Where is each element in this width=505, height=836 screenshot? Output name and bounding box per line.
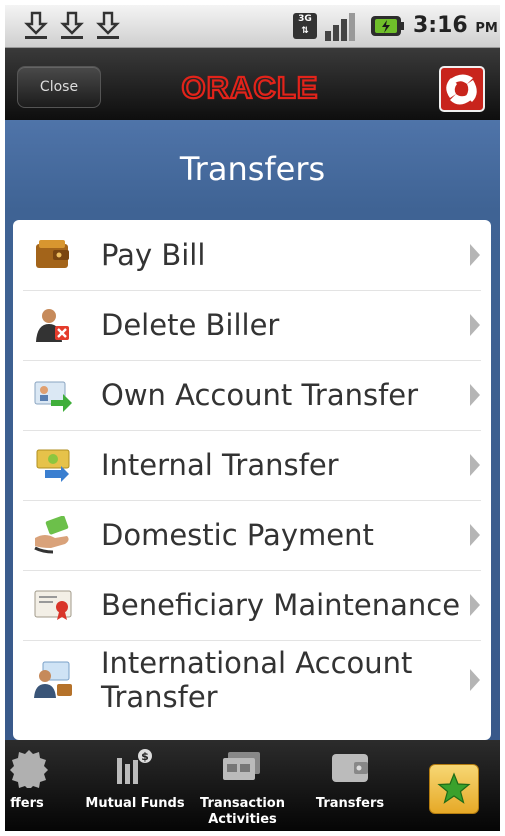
star-icon xyxy=(437,772,471,804)
menu-item-domestic-payment[interactable]: Domestic Payment xyxy=(23,500,481,571)
clock: 3:16 PM xyxy=(413,13,498,38)
bottom-nav: ffers $ Mutual Funds Transaction Activit… xyxy=(5,740,500,831)
chevron-right-icon xyxy=(470,594,480,616)
wallet-icon xyxy=(36,240,69,268)
nav-label: ffers xyxy=(10,796,44,811)
download-icon xyxy=(24,11,48,39)
network-3g-icon: 3G ⇅ xyxy=(293,13,317,39)
menu-item-label: Pay Bill xyxy=(101,238,206,272)
close-button[interactable]: Close xyxy=(17,66,101,108)
menu-item-label: Internal Transfer xyxy=(101,448,339,482)
menu-item-delete-biller[interactable]: Delete Biller xyxy=(23,290,481,361)
menu-item-label: International Account Transfer xyxy=(101,646,413,714)
nav-item-offers[interactable]: ffers xyxy=(5,740,75,831)
menu-list: Pay Bill Delete Biller Own Account Trans… xyxy=(13,220,491,740)
chevron-right-icon xyxy=(470,454,480,476)
transaction-activities-icon xyxy=(223,752,260,780)
nav-item-transaction-activities[interactable]: Transaction Activities xyxy=(190,740,295,831)
delete-biller-icon xyxy=(36,309,69,342)
chevron-right-icon xyxy=(470,244,480,266)
device-screen: 3G ⇅ 3:16 PM Close ORACLE Transfers Pay … xyxy=(5,5,500,831)
menu-item-label: Domestic Payment xyxy=(101,518,374,552)
menu-item-internal-transfer[interactable]: Internal Transfer xyxy=(23,430,481,501)
nav-label: Transaction Activities xyxy=(200,796,285,827)
internal-transfer-icon xyxy=(36,449,70,482)
menu-item-own-account-transfer[interactable]: Own Account Transfer xyxy=(23,360,481,431)
menu-item-label: Delete Biller xyxy=(101,308,280,342)
page-title: Transfers xyxy=(179,150,326,188)
battery-icon xyxy=(371,16,404,36)
menu-item-label: Beneficiary Maintenance xyxy=(101,588,461,622)
menu-item-pay-bill[interactable]: Pay Bill xyxy=(23,220,481,291)
svg-text:$: $ xyxy=(141,750,149,763)
chevron-right-icon xyxy=(470,314,480,336)
nav-label: Transfers xyxy=(315,796,385,811)
nav-label: Mutual Funds xyxy=(85,796,185,811)
mutual-funds-icon: $ xyxy=(117,749,152,784)
oracle-logo: ORACLE xyxy=(180,69,319,106)
nav-item-transfers[interactable]: Transfers xyxy=(300,740,400,831)
international-transfer-icon xyxy=(34,661,72,698)
download-icon xyxy=(60,11,84,39)
content-area: Transfers Pay Bill Delete Biller Own Acc… xyxy=(5,120,500,740)
svg-text:ORACLE: ORACLE xyxy=(182,70,319,105)
menu-item-international-account-transfer[interactable]: International Account Transfer xyxy=(23,640,481,720)
download-icon xyxy=(96,11,120,39)
chevron-right-icon xyxy=(470,384,480,406)
app-header: Close ORACLE xyxy=(5,48,500,120)
wallet-icon xyxy=(332,754,368,782)
domestic-payment-icon xyxy=(34,516,69,554)
menu-item-beneficiary-maintenance[interactable]: Beneficiary Maintenance xyxy=(23,570,481,641)
menu-item-label: Own Account Transfer xyxy=(101,378,419,412)
offers-badge-icon xyxy=(10,750,48,788)
chevron-right-icon xyxy=(470,669,480,691)
app-logo-icon[interactable] xyxy=(439,66,485,112)
favorites-button[interactable] xyxy=(429,764,479,814)
nav-item-mutual-funds[interactable]: $ Mutual Funds xyxy=(85,740,185,831)
chevron-right-icon xyxy=(470,524,480,546)
status-bar: 3G ⇅ 3:16 PM xyxy=(5,5,500,48)
signal-strength-icon xyxy=(325,13,355,41)
certificate-icon xyxy=(34,590,72,620)
own-account-transfer-icon xyxy=(34,381,72,412)
